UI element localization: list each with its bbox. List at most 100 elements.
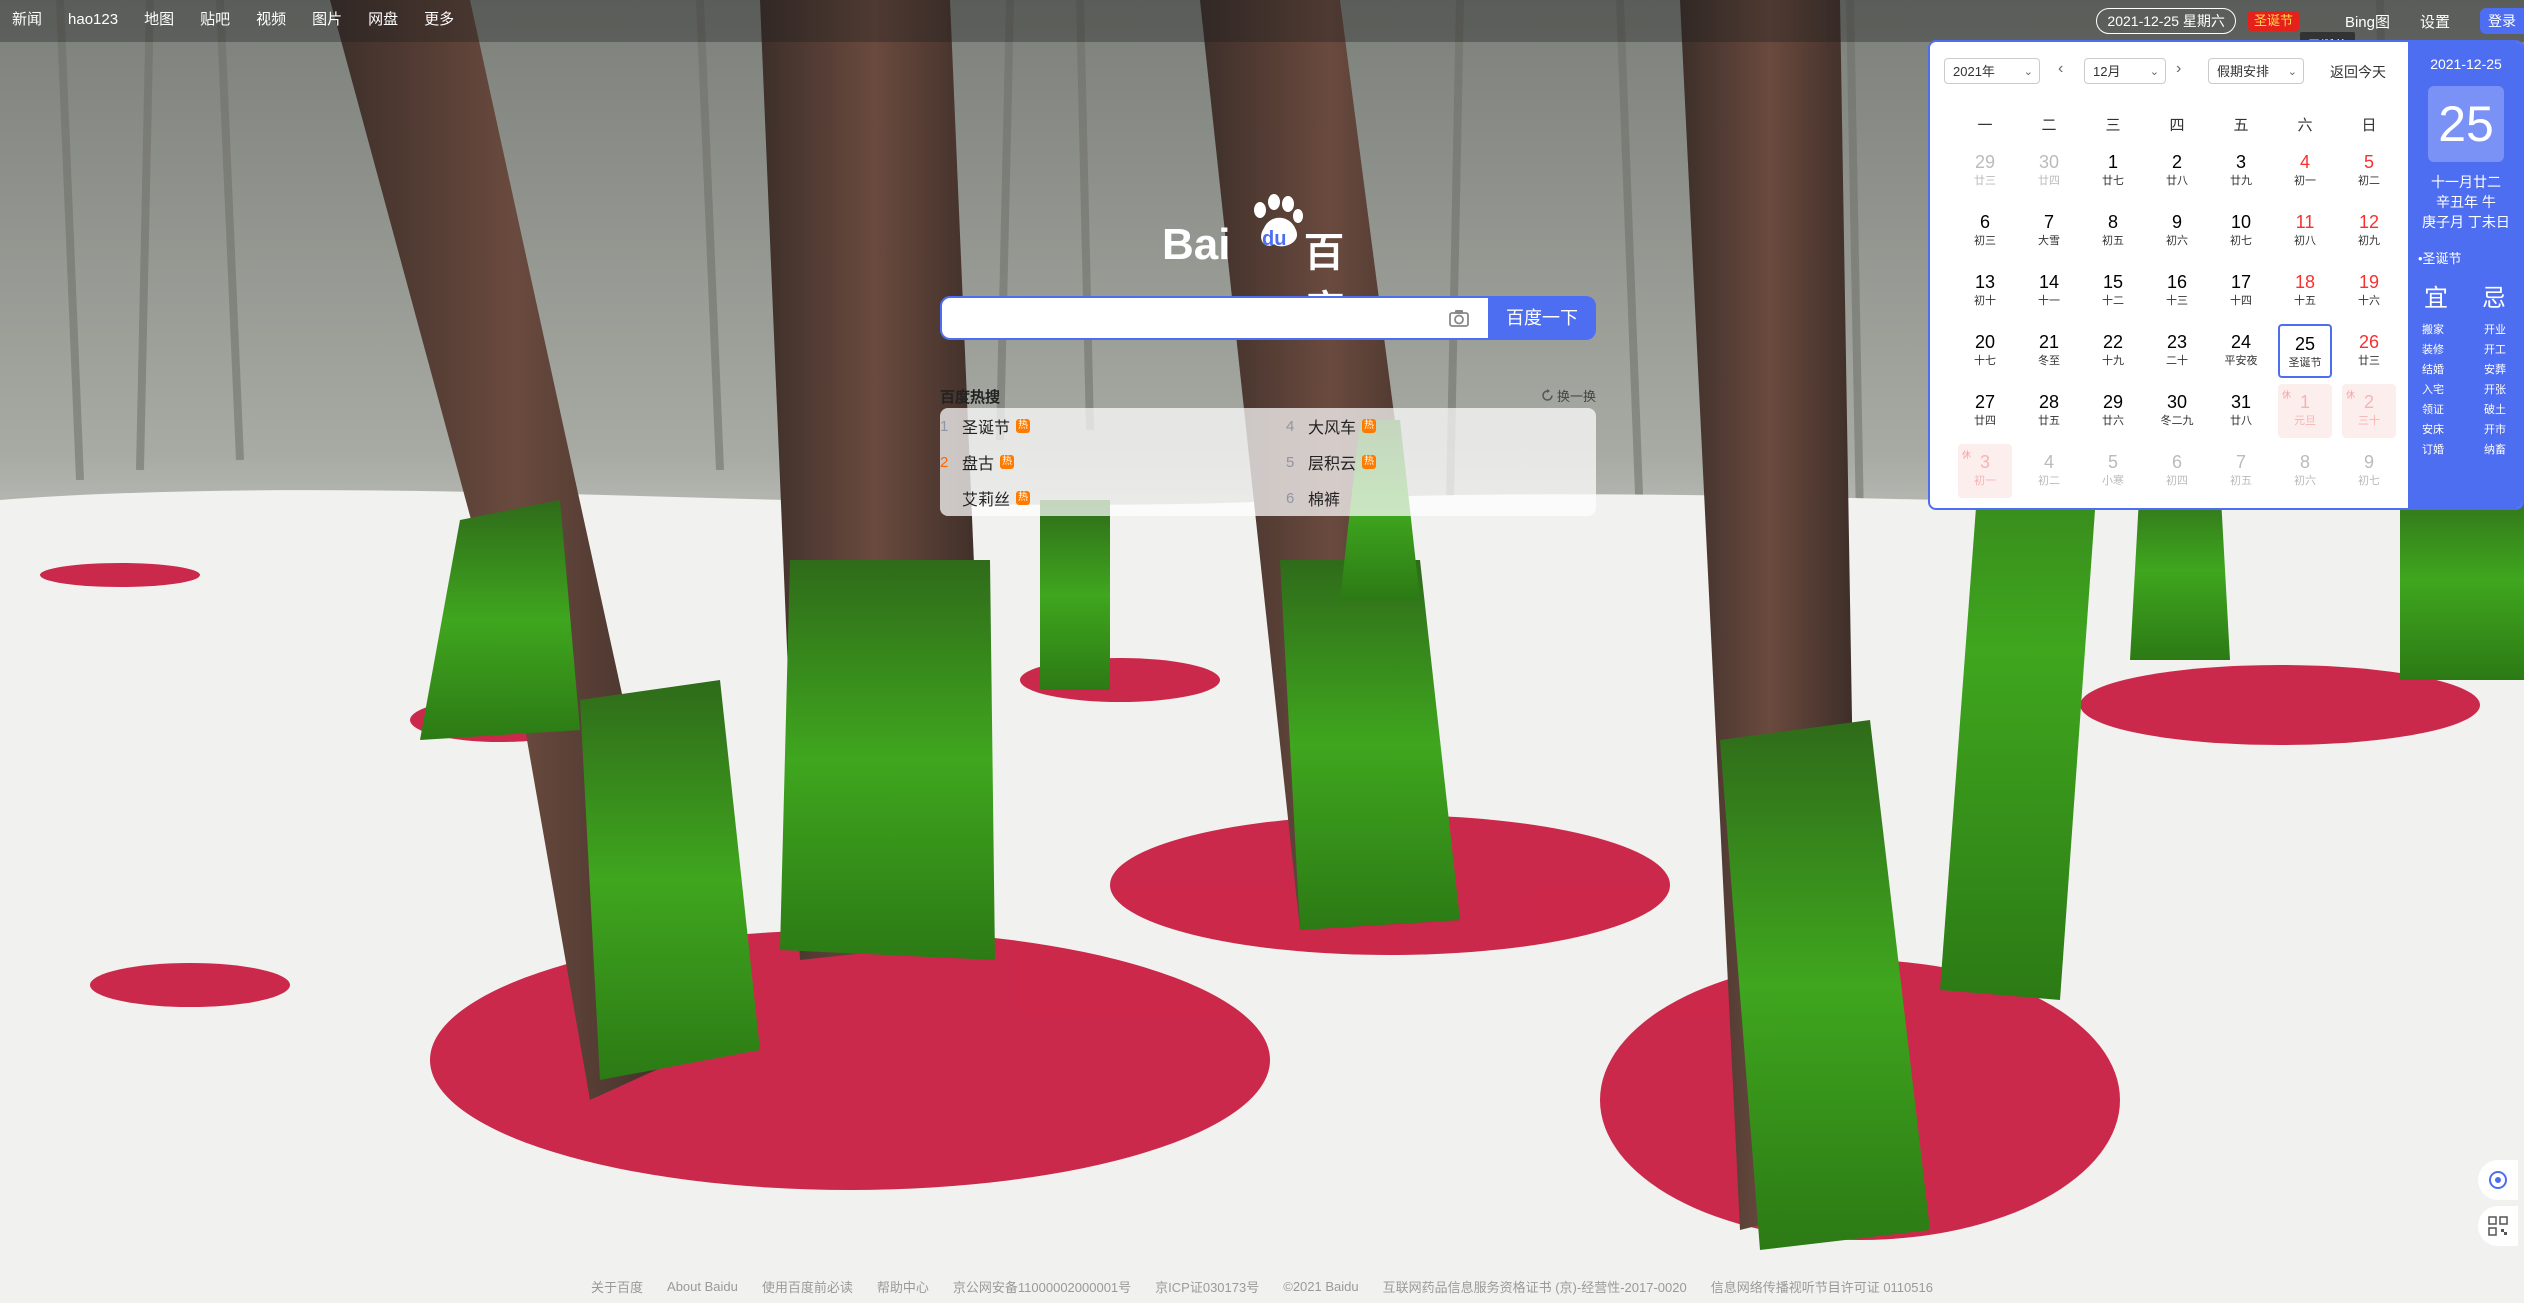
nav-link-video[interactable]: 视频 [256, 10, 286, 30]
calendar-day[interactable]: 30 冬二九 [2150, 384, 2204, 438]
camera-icon[interactable] [1448, 308, 1470, 328]
calendar-day[interactable]: 6 初四 [2150, 444, 2204, 498]
nav-link-netdisk[interactable]: 网盘 [368, 10, 398, 30]
nav-link-more[interactable]: 更多 [424, 10, 454, 30]
hot-tag-icon: 热 [1000, 455, 1015, 469]
calendar-day[interactable]: 24 平安夜 [2214, 324, 2268, 378]
calendar-day[interactable]: 4 初一 [2278, 144, 2332, 198]
weekday-label: 日 [2361, 117, 2377, 134]
footer-link-help[interactable]: 帮助中心 [877, 1277, 929, 1296]
calendar-day[interactable]: 31 廿八 [2214, 384, 2268, 438]
calendar-day[interactable]: 6 初三 [1958, 204, 2012, 258]
service-icon[interactable] [2478, 1160, 2518, 1200]
calendar-day[interactable]: 9 初七 [2342, 444, 2396, 498]
calendar-day[interactable]: 2 廿八 [2150, 144, 2204, 198]
calendar-day[interactable]: 7 初五 [2214, 444, 2268, 498]
calendar-day[interactable]: 11 初八 [2278, 204, 2332, 258]
calendar-day[interactable]: 5 小寒 [2086, 444, 2140, 498]
calendar-day[interactable]: 10 初七 [2214, 204, 2268, 258]
side-lunar-ganzhi: 庚子月 丁未日 [2422, 214, 2510, 230]
calendar-day[interactable]: 19 十六 [2342, 264, 2396, 318]
hot-title: 圣诞节 [962, 420, 1011, 437]
nav-link-images[interactable]: 图片 [312, 10, 342, 30]
calendar-day[interactable]: 26 廿三 [2342, 324, 2396, 378]
nav-link-tieba[interactable]: 贴吧 [200, 10, 230, 30]
day-number: 3 [2235, 152, 2246, 172]
calendar-day[interactable]: 3 廿九 [2214, 144, 2268, 198]
search-input[interactable] [940, 296, 1490, 340]
search-button[interactable]: 百度一下 [1488, 296, 1596, 340]
day-number: 23 [2166, 332, 2188, 352]
calendar-day[interactable]: 18 十五 [2278, 264, 2332, 318]
side-festival-link[interactable]: •圣诞节 [2418, 248, 2462, 267]
calendar-day[interactable]: 17 十四 [2214, 264, 2268, 318]
calendar-day[interactable]: 休 1 元旦 [2278, 384, 2332, 438]
month-select[interactable]: 12月 ⌄ [2084, 58, 2166, 84]
calendar-day[interactable]: 休 2 三十 [2342, 384, 2396, 438]
baidu-logo[interactable]: Bai du 百度 [1160, 188, 1380, 334]
footer-link-icp[interactable]: 京ICP证030173号 [1155, 1277, 1259, 1296]
hot-item-3[interactable]: 3 艾莉丝 热 [940, 486, 1031, 510]
calendar-day[interactable]: 1 廿七 [2086, 144, 2140, 198]
calendar-day[interactable]: 30 廿四 [2022, 144, 2076, 198]
hot-item-5[interactable]: 5 层积云 热 [1286, 450, 1377, 474]
day-lunar: 初六 [2166, 235, 2188, 247]
bing-image-link[interactable]: Bing图 [2345, 11, 2390, 32]
calendar-day[interactable]: 13 初十 [1958, 264, 2012, 318]
calendar-day[interactable]: 9 初六 [2150, 204, 2204, 258]
calendar-day[interactable]: 8 初五 [2086, 204, 2140, 258]
hot-item-4[interactable]: 4 大风车 热 [1286, 414, 1377, 438]
footer-link-police[interactable]: 京公网安备11000002000001号 [953, 1277, 1131, 1296]
calendar-day[interactable]: 29 廿六 [2086, 384, 2140, 438]
calendar-day[interactable]: 29 廿三 [1958, 144, 2012, 198]
day-lunar: 初十 [1974, 295, 1996, 307]
login-button[interactable]: 登录 [2480, 8, 2524, 34]
calendar-day[interactable]: 14 十一 [2022, 264, 2076, 318]
calendar-day[interactable]: 22 十九 [2086, 324, 2140, 378]
calendar-day[interactable]: 20 十七 [1958, 324, 2012, 378]
hot-item-6[interactable]: 6 棉裤 [1286, 486, 1340, 510]
hot-item-2[interactable]: 2 盘古 热 [940, 450, 1015, 474]
day-number: 26 [2358, 332, 2380, 352]
calendar-day[interactable]: 25 圣诞节 [2278, 324, 2332, 378]
year-select[interactable]: 2021年 ⌄ [1944, 58, 2040, 84]
hot-title: 棉裤 [1308, 492, 1341, 509]
day-number: 2 [2171, 152, 2182, 172]
footer-link-about-en[interactable]: About Baidu [667, 1279, 738, 1294]
calendar-day[interactable]: 15 十二 [2086, 264, 2140, 318]
calendar-day[interactable]: 5 初二 [2342, 144, 2396, 198]
calendar-day[interactable]: 休 3 初一 [1958, 444, 2012, 498]
calendar-day[interactable]: 16 十三 [2150, 264, 2204, 318]
next-month-icon[interactable]: › [2176, 60, 2181, 78]
holiday-badge[interactable]: 圣诞节 [2247, 11, 2299, 31]
day-lunar: 初八 [2294, 235, 2316, 247]
nav-link-news[interactable]: 新闻 [12, 10, 42, 30]
footer-link-about[interactable]: 关于百度 [591, 1277, 643, 1296]
day-lunar: 十一 [2038, 295, 2060, 307]
day-lunar: 三十 [2358, 415, 2380, 427]
calendar-day[interactable]: 27 廿四 [1958, 384, 2012, 438]
footer-link-drug-license[interactable]: 互联网药品信息服务资格证书 (京)-经营性-2017-0020 [1383, 1277, 1687, 1296]
qrcode-icon[interactable] [2478, 1206, 2518, 1246]
footer-link-av-license[interactable]: 信息网络传播视听节目许可证 0110516 [1711, 1277, 1933, 1296]
nav-link-hao123[interactable]: hao123 [68, 10, 118, 30]
calendar-day[interactable]: 23 二十 [2150, 324, 2204, 378]
calendar-day[interactable]: 28 廿五 [2022, 384, 2076, 438]
calendar-day[interactable]: 7 大雪 [2022, 204, 2076, 258]
calendar-day[interactable]: 21 冬至 [2022, 324, 2076, 378]
day-lunar: 初二 [2038, 475, 2060, 487]
holiday-select[interactable]: 假期安排 ⌄ [2208, 58, 2304, 84]
calendar-day[interactable]: 8 初六 [2278, 444, 2332, 498]
hot-search-title[interactable]: 百度热搜 [940, 386, 1000, 407]
date-pill[interactable]: 2021-12-25 星期六 [2096, 8, 2236, 34]
prev-month-icon[interactable]: ‹ [2058, 60, 2063, 78]
hot-refresh-button[interactable]: 换一换 [1541, 386, 1596, 405]
back-to-today-button[interactable]: 返回今天 [2330, 62, 2386, 82]
calendar-day[interactable]: 12 初九 [2342, 204, 2396, 258]
settings-link[interactable]: 设置 [2420, 11, 2450, 32]
day-lunar: 圣诞节 [2288, 357, 2322, 369]
footer-link-terms[interactable]: 使用百度前必读 [762, 1277, 853, 1296]
hot-item-1[interactable]: 1 圣诞节 热 [940, 414, 1031, 438]
nav-link-map[interactable]: 地图 [144, 10, 174, 30]
calendar-day[interactable]: 4 初二 [2022, 444, 2076, 498]
